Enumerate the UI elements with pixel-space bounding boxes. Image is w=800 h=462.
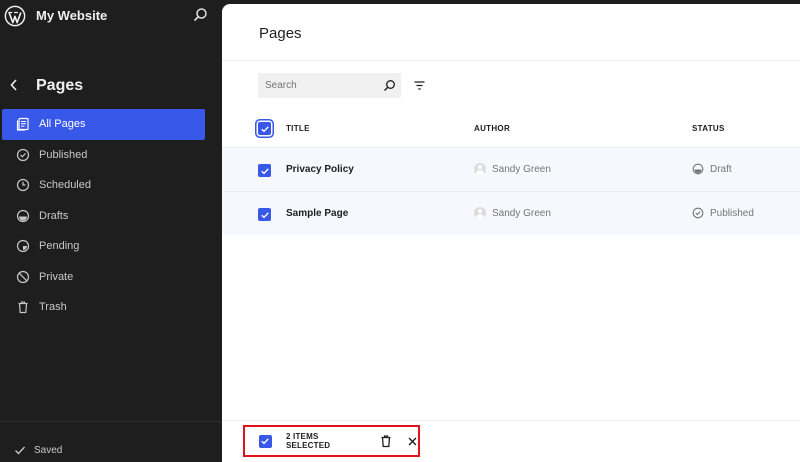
scheduled-icon xyxy=(16,178,30,192)
avatar xyxy=(474,163,486,175)
search-icon[interactable] xyxy=(383,79,396,92)
site-search-icon[interactable] xyxy=(192,7,208,23)
page-title-cell[interactable]: Privacy Policy xyxy=(286,164,354,175)
sidebar-item-label: Published xyxy=(39,148,88,161)
avatar xyxy=(474,207,486,219)
table-row[interactable]: Privacy Policy Sandy Green Draft xyxy=(222,147,800,191)
save-status-label: Saved xyxy=(34,444,63,456)
status-cell: Published xyxy=(692,207,754,219)
section-header: Pages xyxy=(0,70,222,100)
check-icon xyxy=(260,167,269,174)
sidebar-item-label: All Pages xyxy=(39,118,86,131)
pages-icon xyxy=(16,117,30,131)
wordpress-logo-icon[interactable] xyxy=(4,5,26,27)
column-header-title[interactable]: TITLE xyxy=(286,124,310,133)
delete-selected-button[interactable] xyxy=(379,434,393,448)
column-header-status[interactable]: STATUS xyxy=(692,124,725,133)
pages-table: TITLE AUTHOR STATUS Privacy Policy Sandy… xyxy=(222,110,800,235)
sidebar-item-published[interactable]: Published xyxy=(2,140,205,171)
sidebar-item-pending[interactable]: Pending xyxy=(2,231,205,262)
published-icon xyxy=(692,207,704,219)
row-checkbox[interactable] xyxy=(258,208,271,221)
sidebar-item-all-pages[interactable]: All Pages xyxy=(2,109,205,140)
sidebar: My Website Pages All Pages Published Sch… xyxy=(0,0,222,462)
author-name: Sandy Green xyxy=(492,207,551,219)
sidebar-item-trash[interactable]: Trash xyxy=(2,292,205,323)
section-title: Pages xyxy=(36,77,84,94)
drafts-icon xyxy=(16,209,30,223)
close-icon xyxy=(408,437,417,445)
table-header: TITLE AUTHOR STATUS xyxy=(222,110,800,147)
author-cell: Sandy Green xyxy=(474,207,551,219)
status-cell: Draft xyxy=(692,163,732,175)
search-box xyxy=(258,73,401,98)
published-icon xyxy=(16,148,30,162)
row-checkbox[interactable] xyxy=(258,164,271,177)
column-header-author[interactable]: AUTHOR xyxy=(474,124,510,133)
private-icon xyxy=(16,270,30,284)
main-header: Pages xyxy=(222,4,800,61)
clear-selection-button[interactable] xyxy=(407,436,418,447)
sidebar-item-drafts[interactable]: Drafts xyxy=(2,201,205,232)
trash-icon xyxy=(381,435,391,448)
filter-icon[interactable] xyxy=(413,79,426,92)
footer-divider xyxy=(222,420,800,421)
chevron-left-icon[interactable] xyxy=(8,78,20,92)
sidebar-item-scheduled[interactable]: Scheduled xyxy=(2,170,205,201)
search-input[interactable] xyxy=(258,80,373,91)
sidebar-item-label: Drafts xyxy=(39,209,69,222)
drafts-icon xyxy=(692,163,704,175)
pending-icon xyxy=(16,239,30,253)
page-title: Pages xyxy=(259,25,302,42)
status-label: Draft xyxy=(710,163,732,175)
sidebar-item-label: Private xyxy=(39,270,74,283)
sidebar-item-label: Trash xyxy=(39,301,67,314)
check-icon xyxy=(260,125,269,132)
site-name[interactable]: My Website xyxy=(36,8,107,23)
check-icon xyxy=(261,438,270,445)
selected-count-label: 2 ITEMS SELECTED xyxy=(285,432,331,450)
check-icon xyxy=(260,211,269,218)
save-status: Saved xyxy=(14,444,62,456)
bulk-actions-bar: 2 ITEMS SELECTED xyxy=(243,425,420,457)
sidebar-nav: All Pages Published Scheduled Drafts Pen… xyxy=(2,109,205,323)
page-title-cell[interactable]: Sample Page xyxy=(286,208,348,219)
bulk-select-checkbox[interactable] xyxy=(259,434,272,448)
sidebar-item-private[interactable]: Private xyxy=(2,262,205,293)
site-topbar: My Website xyxy=(0,0,222,32)
select-all-checkbox[interactable] xyxy=(258,122,271,135)
checkmark-icon xyxy=(15,446,25,455)
trash-icon xyxy=(16,300,30,314)
main-content: Pages TITLE AUTHOR STATUS Privacy Policy xyxy=(222,4,800,462)
sidebar-item-label: Pending xyxy=(39,240,80,253)
sidebar-item-label: Scheduled xyxy=(39,179,91,192)
author-cell: Sandy Green xyxy=(474,163,551,175)
sidebar-divider xyxy=(0,421,222,422)
author-name: Sandy Green xyxy=(492,163,551,175)
status-label: Published xyxy=(710,207,754,219)
table-row[interactable]: Sample Page Sandy Green Published xyxy=(222,191,800,235)
